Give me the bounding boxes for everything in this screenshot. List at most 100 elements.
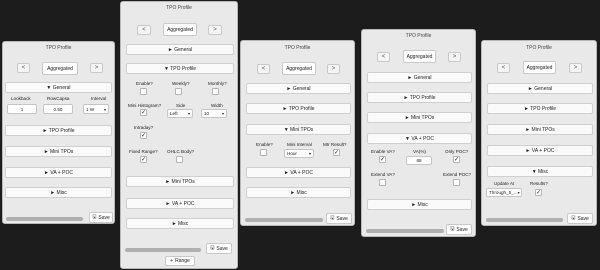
panel-title: TPO Profile bbox=[405, 33, 432, 39]
section-misc[interactable]: ► Misc bbox=[367, 199, 472, 210]
prev-button[interactable]: < bbox=[257, 64, 270, 74]
mode-selector[interactable]: Aggregated bbox=[42, 62, 78, 75]
section-misc[interactable]: ► Misc bbox=[246, 187, 351, 198]
enable-checkbox[interactable] bbox=[260, 149, 267, 156]
next-button[interactable]: > bbox=[90, 63, 103, 73]
mode-selector[interactable]: Aggregated bbox=[282, 62, 316, 75]
ohlc-body-checkbox[interactable] bbox=[176, 156, 183, 163]
floppy-disk-icon: 🖫 bbox=[92, 213, 97, 220]
section-va-poc[interactable]: ► VA + POC bbox=[5, 167, 112, 178]
interval-value: 1 W bbox=[86, 106, 95, 112]
section-va-poc[interactable]: ▼ VA + POC bbox=[367, 133, 472, 144]
save-button[interactable]: 🖫 Save bbox=[89, 212, 113, 223]
section-tpo-profile[interactable]: ► TPO Profile bbox=[367, 92, 472, 103]
interval-dropdown[interactable]: 1 W ▾ bbox=[83, 104, 109, 114]
horizontal-scrollbar[interactable] bbox=[125, 248, 201, 252]
section-tpo-profile[interactable]: ► TPO Profile bbox=[487, 103, 593, 114]
update-at-dropdown[interactable]: Through_5_... ▾ bbox=[486, 188, 522, 197]
chevron-down-icon: ▾ bbox=[187, 111, 190, 116]
section-va-poc[interactable]: ► VA + POC bbox=[126, 198, 234, 209]
results-checkbox[interactable]: ✓ bbox=[535, 189, 542, 196]
save-button[interactable]: 🖫 Save bbox=[567, 213, 593, 224]
section-tpo-profile[interactable]: ► TPO Profile bbox=[246, 103, 351, 114]
width-dropdown[interactable]: 10 ▾ bbox=[201, 109, 227, 118]
enable-checkbox[interactable] bbox=[140, 88, 147, 95]
monthly-checkbox[interactable] bbox=[212, 88, 219, 95]
horizontal-scrollbar[interactable] bbox=[6, 217, 83, 221]
mini-histogram-checkbox[interactable]: ✓ bbox=[140, 109, 147, 116]
fixed-range-checkbox[interactable]: ✓ bbox=[140, 156, 147, 163]
section-general[interactable]: ► General bbox=[126, 44, 234, 55]
enable-va-label: Enable VA? bbox=[371, 149, 395, 154]
weekly-checkbox[interactable] bbox=[175, 88, 182, 95]
only-poc-checkbox[interactable]: ✓ bbox=[453, 156, 460, 163]
section-mini-tpos[interactable]: ► Mini TPOs bbox=[126, 176, 234, 187]
intraday-label: Intraday? bbox=[134, 125, 154, 130]
section-mini-tpos[interactable]: ► Mini TPOs bbox=[367, 112, 472, 123]
plus-icon: + bbox=[170, 258, 174, 264]
prev-button[interactable]: < bbox=[17, 63, 30, 73]
section-tpo-profile[interactable]: ► TPO Profile bbox=[5, 125, 112, 136]
extend-va-label: Extend VA? bbox=[371, 172, 395, 177]
section-mini-tpos[interactable]: ► Mini TPOs bbox=[487, 124, 593, 135]
extend-va-checkbox[interactable] bbox=[379, 179, 386, 186]
mini-interval-label: Mini Interval bbox=[287, 142, 312, 147]
section-va-poc[interactable]: ► VA + POC bbox=[246, 167, 351, 178]
range-button[interactable]: + Range bbox=[165, 256, 195, 266]
side-value: Left bbox=[170, 111, 178, 116]
section-misc[interactable]: ► Misc bbox=[126, 218, 234, 229]
range-label: Range bbox=[175, 258, 190, 264]
panel-title: TPO Profile bbox=[526, 45, 552, 51]
horizontal-scrollbar[interactable] bbox=[486, 218, 563, 222]
intraday-checkbox[interactable]: ✓ bbox=[140, 132, 147, 139]
next-button[interactable]: > bbox=[448, 52, 461, 62]
section-tpo-profile[interactable]: ▼ TPO Profile bbox=[126, 63, 234, 74]
horizontal-scrollbar[interactable] bbox=[245, 218, 323, 222]
settings-panel-va-poc: TPO Profile < Aggregated > ► General ► T… bbox=[361, 29, 476, 237]
update-at-label: Update At bbox=[494, 181, 515, 186]
mode-selector[interactable]: Aggregated bbox=[523, 61, 556, 74]
rowcapsa-input[interactable]: 0.50 bbox=[43, 104, 73, 114]
prev-button[interactable]: < bbox=[137, 25, 151, 35]
save-label: Save bbox=[577, 215, 589, 222]
section-misc[interactable]: ► Misc bbox=[5, 187, 112, 198]
save-button[interactable]: 🖫 Save bbox=[446, 224, 472, 235]
save-label: Save bbox=[456, 226, 468, 233]
enable-va-checkbox[interactable]: ✓ bbox=[379, 156, 386, 163]
floppy-disk-icon: 🖫 bbox=[571, 214, 576, 221]
save-button[interactable]: 🖫 Save bbox=[206, 243, 232, 254]
va-percent-input[interactable]: 68 bbox=[406, 156, 432, 165]
section-misc[interactable]: ▼ Misc bbox=[487, 166, 593, 177]
section-mini-tpos[interactable]: ► Mini TPOs bbox=[5, 146, 112, 157]
monthly-label: Monthly? bbox=[208, 81, 227, 86]
mtr-result-checkbox[interactable]: ✓ bbox=[333, 149, 340, 156]
lookback-input[interactable]: 1 bbox=[7, 104, 37, 114]
mini-interval-dropdown[interactable]: Hour ▾ bbox=[284, 149, 314, 158]
rowcapsa-label: RowCapsa bbox=[47, 96, 70, 101]
section-general[interactable]: ► General bbox=[487, 83, 593, 94]
extend-poc-label: Extend POC? bbox=[443, 172, 472, 177]
app-screen: { "panels": [ { "title": "TPO Profile", … bbox=[0, 0, 600, 270]
section-general[interactable]: ▼ General bbox=[5, 82, 112, 93]
next-button[interactable]: > bbox=[208, 25, 222, 35]
side-dropdown[interactable]: Left ▾ bbox=[167, 109, 193, 118]
extend-poc-checkbox[interactable] bbox=[453, 179, 460, 186]
settings-panel-mini-tpos: TPO Profile < Aggregated > ► General ► T… bbox=[240, 40, 355, 226]
floppy-disk-icon: 🖫 bbox=[450, 225, 455, 232]
section-general[interactable]: ► General bbox=[367, 72, 472, 83]
enable-label: Enable? bbox=[136, 81, 153, 86]
next-button[interactable]: > bbox=[327, 64, 340, 74]
section-va-poc[interactable]: ► VA + POC bbox=[487, 145, 593, 156]
next-button[interactable]: > bbox=[569, 63, 582, 73]
panel-title: TPO Profile bbox=[284, 45, 311, 51]
section-mini-tpos[interactable]: ▼ Mini TPOs bbox=[246, 124, 351, 135]
fixed-range-label: Fixed Range? bbox=[129, 149, 158, 154]
section-general[interactable]: ► General bbox=[246, 83, 351, 94]
chevron-down-icon: ▾ bbox=[308, 151, 311, 156]
mode-selector[interactable]: Aggregated bbox=[403, 50, 436, 63]
horizontal-scrollbar[interactable] bbox=[366, 229, 444, 233]
mode-selector[interactable]: Aggregated bbox=[163, 23, 197, 36]
save-button[interactable]: 🖫 Save bbox=[326, 213, 352, 224]
prev-button[interactable]: < bbox=[497, 63, 510, 73]
prev-button[interactable]: < bbox=[377, 52, 390, 62]
